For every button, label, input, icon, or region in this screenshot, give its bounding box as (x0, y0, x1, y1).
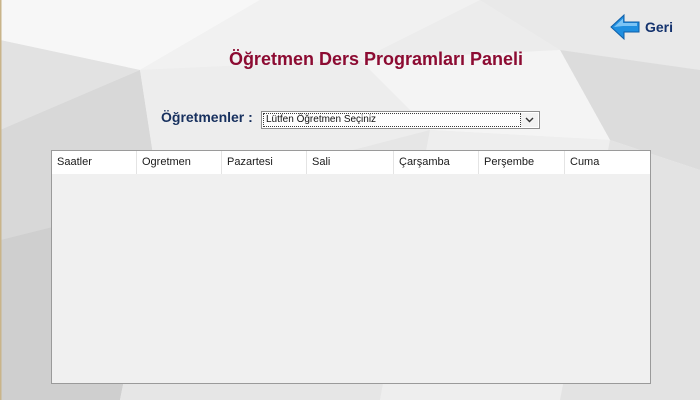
column-header-carsamba[interactable]: Çarşamba (394, 151, 479, 174)
column-header-pazartesi[interactable]: Pazartesi (222, 151, 307, 174)
page-title: Öğretmen Ders Programları Paneli (228, 49, 524, 69)
column-header-sali[interactable]: Sali (307, 151, 394, 174)
arrow-left-icon (610, 13, 640, 41)
schedule-grid[interactable]: Saatler Ogretmen Pazartesi Sali Çarşamba… (51, 150, 651, 384)
column-header-saatler[interactable]: Saatler (52, 151, 137, 174)
teacher-select-value: Lütfen Öğretmen Seçiniz (266, 114, 377, 125)
chevron-down-icon[interactable] (521, 113, 538, 127)
teacher-filter-label: Öğretmenler : (161, 109, 253, 125)
column-header-ogretmen[interactable]: Ogretmen (137, 151, 222, 174)
column-header-persembe[interactable]: Perşembe (479, 151, 565, 174)
back-button-label: Geri (645, 19, 674, 35)
column-header-cuma[interactable]: Cuma (565, 151, 650, 174)
schedule-grid-header: Saatler Ogretmen Pazartesi Sali Çarşamba… (52, 151, 650, 174)
back-button[interactable]: Geri (610, 12, 690, 42)
teacher-select-value-box: Lütfen Öğretmen Seçiniz (263, 113, 521, 127)
teacher-select[interactable]: Lütfen Öğretmen Seçiniz (261, 111, 540, 129)
